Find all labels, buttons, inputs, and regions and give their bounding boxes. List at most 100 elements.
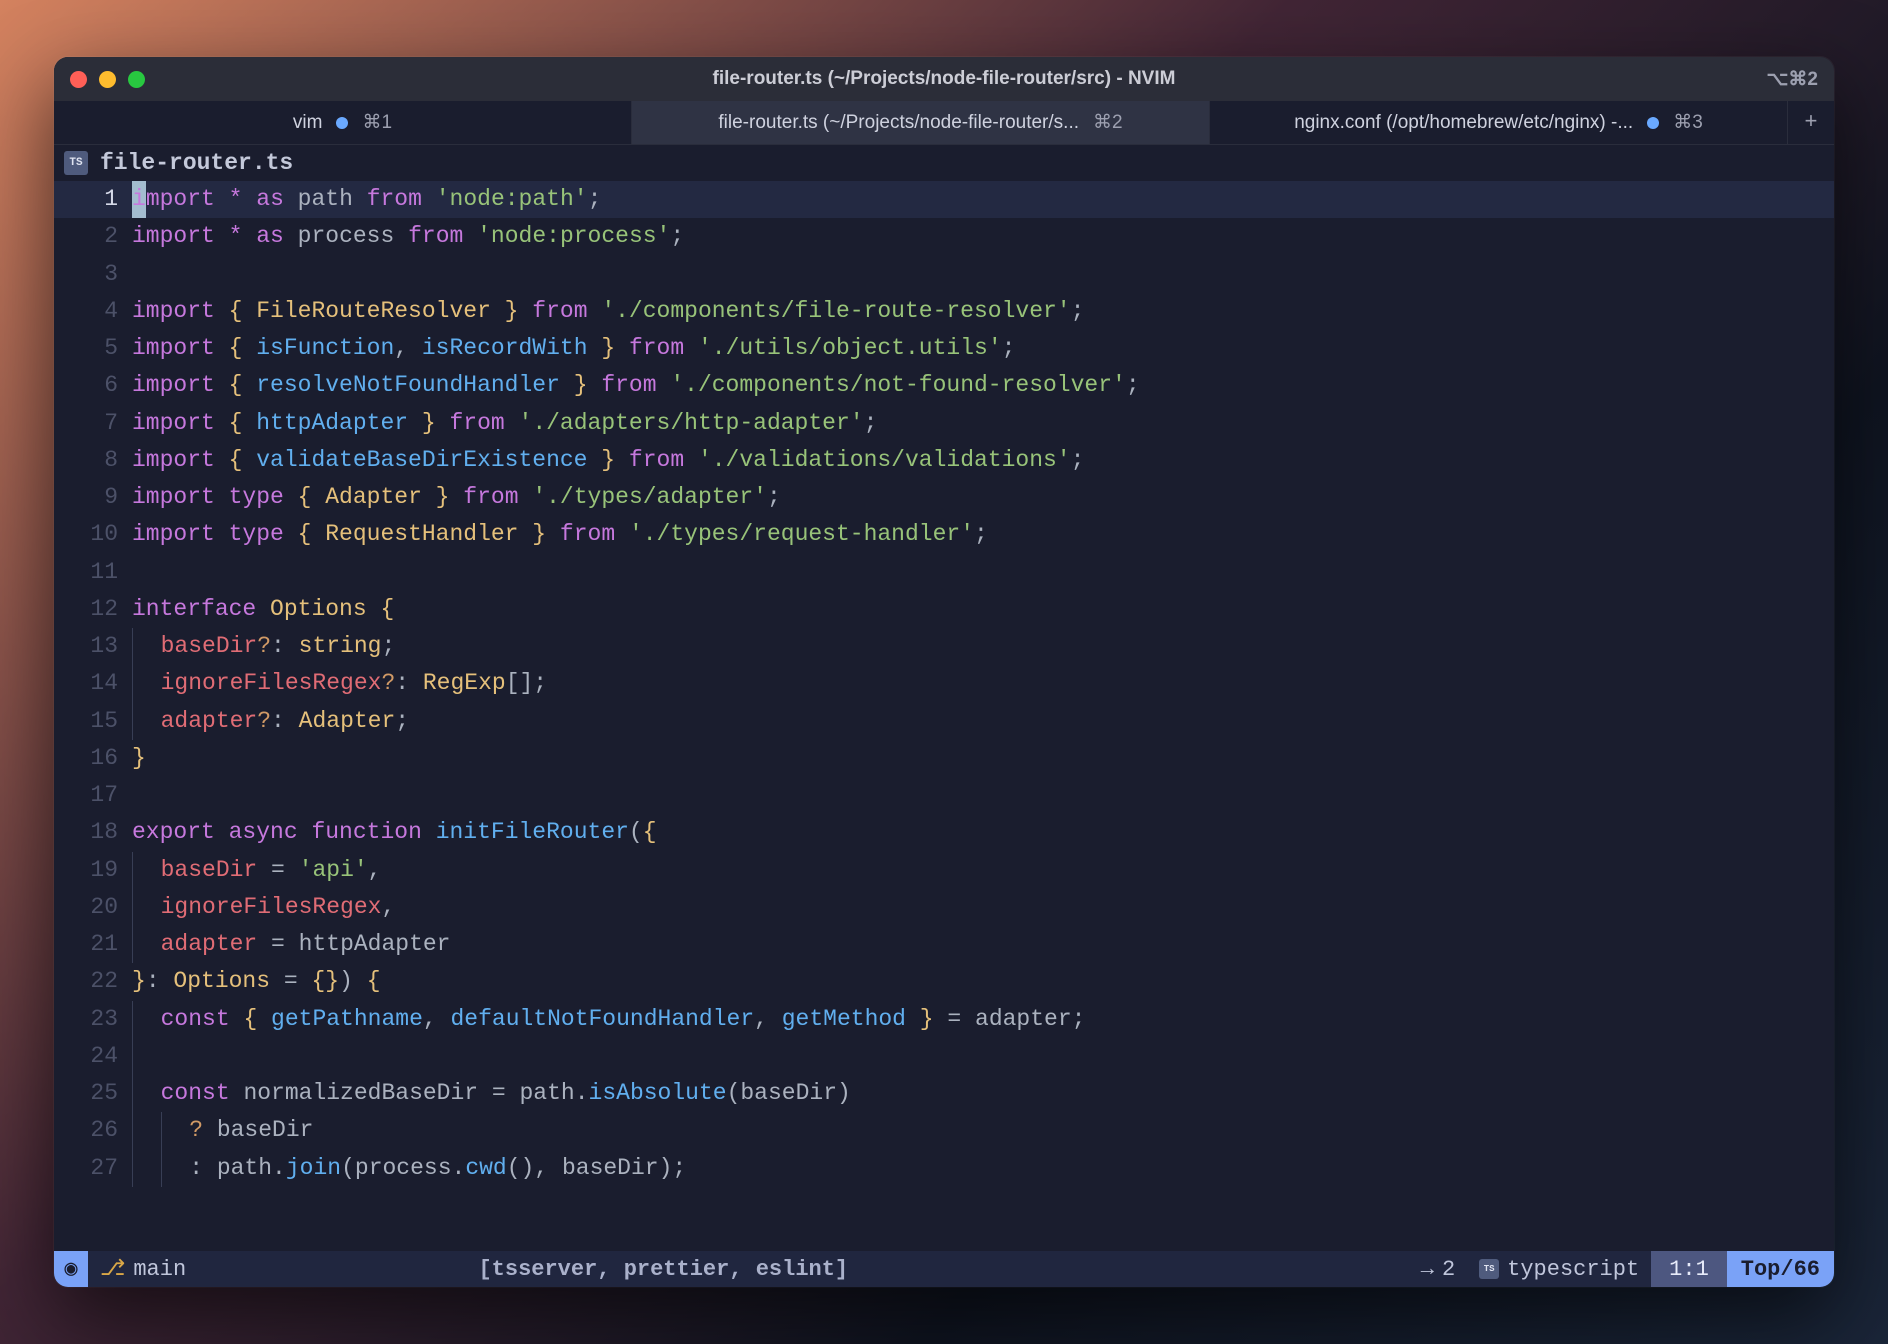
code-line[interactable]: 1import * as path from 'node:path'; [54, 181, 1834, 218]
tab-label: file-router.ts (~/Projects/node-file-rou… [718, 112, 1079, 134]
code-line[interactable]: 21 adapter = httpAdapter [54, 926, 1834, 963]
indent-icon: → [1421, 1257, 1434, 1282]
code-line[interactable]: 14 ignoreFilesRegex?: RegExp[]; [54, 665, 1834, 702]
code-content: ignoreFilesRegex?: RegExp[]; [132, 665, 1834, 702]
line-number: 11 [54, 554, 132, 591]
code-line[interactable]: 24 [54, 1038, 1834, 1075]
typescript-icon: TS [1479, 1259, 1499, 1279]
code-line[interactable]: 4import { FileRouteResolver } from './co… [54, 293, 1834, 330]
code-line[interactable]: 6import { resolveNotFoundHandler } from … [54, 367, 1834, 404]
code-content [132, 256, 1834, 293]
code-content: ? baseDir [132, 1112, 1834, 1149]
filetype-indicator: TS typescript [1467, 1251, 1651, 1287]
code-content: adapter?: Adapter; [132, 703, 1834, 740]
titlebar: file-router.ts (~/Projects/node-file-rou… [54, 57, 1834, 101]
line-number: 5 [54, 330, 132, 367]
code-content [132, 777, 1834, 814]
code-line[interactable]: 15 adapter?: Adapter; [54, 703, 1834, 740]
close-button[interactable] [70, 71, 87, 88]
code-content: baseDir = 'api', [132, 852, 1834, 889]
code-line[interactable]: 22}: Options = {}) { [54, 963, 1834, 1000]
code-line[interactable]: 13 baseDir?: string; [54, 628, 1834, 665]
line-number: 27 [54, 1150, 132, 1187]
code-line[interactable]: 10import type { RequestHandler } from '.… [54, 516, 1834, 553]
cursor-position: 1:1 [1651, 1251, 1727, 1287]
new-tab-button[interactable]: + [1788, 101, 1834, 144]
code-line[interactable]: 19 baseDir = 'api', [54, 852, 1834, 889]
code-line[interactable]: 20 ignoreFilesRegex, [54, 889, 1834, 926]
lsp-status: [tsserver, prettier, eslint] [478, 1257, 848, 1282]
code-line[interactable]: 8import { validateBaseDirExistence } fro… [54, 442, 1834, 479]
line-number: 20 [54, 889, 132, 926]
window-title: file-router.ts (~/Projects/node-file-rou… [54, 68, 1834, 90]
typescript-icon: TS [64, 151, 88, 175]
code-line[interactable]: 9import type { Adapter } from './types/a… [54, 479, 1834, 516]
filetype-name: typescript [1507, 1257, 1639, 1282]
tab-shortcut: ⌘3 [1673, 111, 1703, 134]
line-number: 10 [54, 516, 132, 553]
line-number: 21 [54, 926, 132, 963]
traffic-lights [70, 71, 145, 88]
code-content [132, 554, 1834, 591]
modified-dot-icon [336, 117, 348, 129]
code-line[interactable]: 16} [54, 740, 1834, 777]
code-content: const normalizedBaseDir = path.isAbsolut… [132, 1075, 1834, 1112]
code-content: interface Options { [132, 591, 1834, 628]
line-number: 22 [54, 963, 132, 1000]
code-content: ignoreFilesRegex, [132, 889, 1834, 926]
code-content: import { isFunction, isRecordWith } from… [132, 330, 1834, 367]
indent-size: 2 [1442, 1257, 1455, 1282]
line-number: 16 [54, 740, 132, 777]
code-content [132, 1038, 1834, 1075]
code-line[interactable]: 18export async function initFileRouter({ [54, 814, 1834, 851]
code-line[interactable]: 27 : path.join(process.cwd(), baseDir); [54, 1150, 1834, 1187]
line-number: 25 [54, 1075, 132, 1112]
line-number: 9 [54, 479, 132, 516]
code-content: } [132, 740, 1834, 777]
code-content: import * as path from 'node:path'; [132, 181, 1834, 218]
modified-dot-icon [1647, 117, 1659, 129]
tab-label: vim [293, 112, 323, 134]
minimize-button[interactable] [99, 71, 116, 88]
editor[interactable]: 1import * as path from 'node:path';2impo… [54, 181, 1834, 1251]
code-line[interactable]: 17 [54, 777, 1834, 814]
code-line[interactable]: 7import { httpAdapter } from './adapters… [54, 405, 1834, 442]
code-line[interactable]: 23 const { getPathname, defaultNotFoundH… [54, 1001, 1834, 1038]
code-line[interactable]: 11 [54, 554, 1834, 591]
line-number: 14 [54, 665, 132, 702]
code-content: : path.join(process.cwd(), baseDir); [132, 1150, 1834, 1187]
code-line[interactable]: 2import * as process from 'node:process'… [54, 218, 1834, 255]
line-number: 15 [54, 703, 132, 740]
code-line[interactable]: 3 [54, 256, 1834, 293]
tab-label: nginx.conf (/opt/homebrew/etc/nginx) -..… [1294, 112, 1633, 134]
line-number: 17 [54, 777, 132, 814]
line-number: 6 [54, 367, 132, 404]
code-content: import type { RequestHandler } from './t… [132, 516, 1834, 553]
line-number: 13 [54, 628, 132, 665]
branch-name: main [133, 1257, 186, 1282]
tab-shortcut: ⌘2 [1093, 111, 1123, 134]
code-content: import { validateBaseDirExistence } from… [132, 442, 1834, 479]
tab-2[interactable]: nginx.conf (/opt/homebrew/etc/nginx) -..… [1210, 101, 1788, 144]
tabbar: vim⌘1 file-router.ts (~/Projects/node-fil… [54, 101, 1834, 145]
code-content: baseDir?: string; [132, 628, 1834, 665]
code-line[interactable]: 12interface Options { [54, 591, 1834, 628]
mode-indicator: ◉ [54, 1251, 88, 1287]
line-number: 23 [54, 1001, 132, 1038]
code-line[interactable]: 5import { isFunction, isRecordWith } fro… [54, 330, 1834, 367]
tab-1[interactable]: file-router.ts (~/Projects/node-file-rou… [632, 101, 1210, 144]
git-branch[interactable]: ⎇ main [88, 1251, 198, 1287]
statusbar: ◉ ⎇ main [tsserver, prettier, eslint] → … [54, 1251, 1834, 1287]
indent-indicator: → 2 [1409, 1251, 1467, 1287]
maximize-button[interactable] [128, 71, 145, 88]
line-number: 2 [54, 218, 132, 255]
code-content: adapter = httpAdapter [132, 926, 1834, 963]
line-number: 4 [54, 293, 132, 330]
code-line[interactable]: 26 ? baseDir [54, 1112, 1834, 1149]
code-content: export async function initFileRouter({ [132, 814, 1834, 851]
app-window: file-router.ts (~/Projects/node-file-rou… [54, 57, 1834, 1287]
tab-0[interactable]: vim⌘1 [54, 101, 632, 144]
line-number: 1 [54, 181, 132, 218]
code-line[interactable]: 25 const normalizedBaseDir = path.isAbso… [54, 1075, 1834, 1112]
code-content: import { httpAdapter } from './adapters/… [132, 405, 1834, 442]
